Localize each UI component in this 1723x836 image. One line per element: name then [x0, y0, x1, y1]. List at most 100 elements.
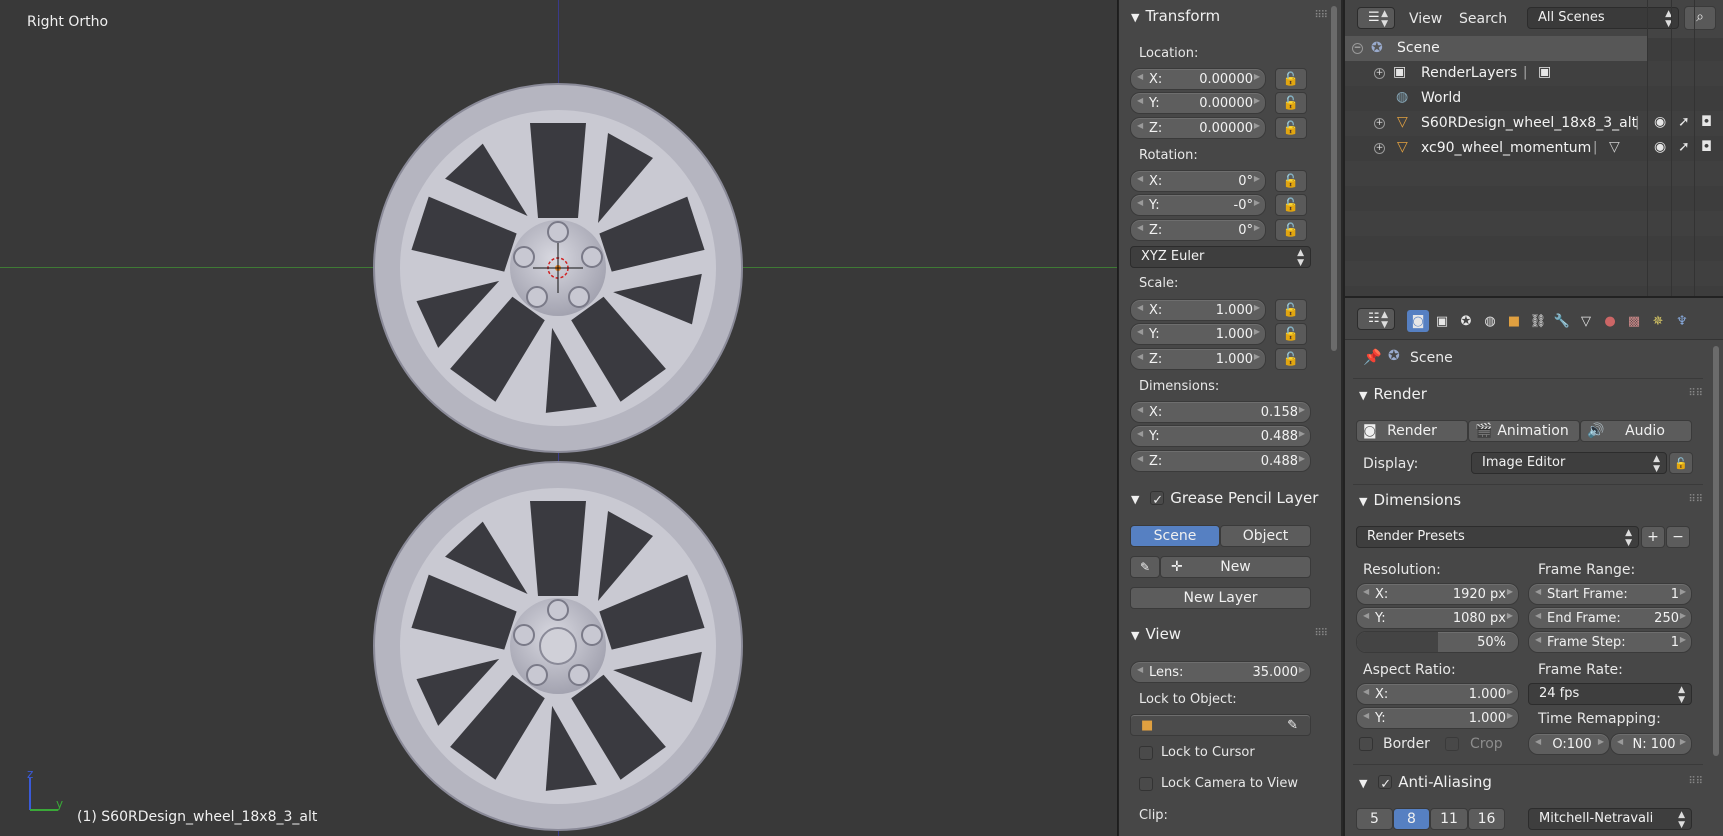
dimensions-x-field[interactable]: ◀ X: 0.158 ▶	[1130, 401, 1311, 423]
drag-grip-icon[interactable]: ⠿⠿	[1688, 488, 1703, 512]
render-camera-icon[interactable]: ◘	[1701, 139, 1712, 155]
selectable-cursor-icon[interactable]: ➚	[1678, 139, 1690, 155]
location-z-field[interactable]: ◀ Z: 0.00000 ▶	[1130, 117, 1266, 139]
view-menu[interactable]: View	[1409, 11, 1442, 27]
aspect-x-field[interactable]: ◀ X: 1.000 ▶	[1356, 683, 1519, 705]
aa-samples-8[interactable]: 8	[1393, 808, 1430, 830]
render-panel-header[interactable]: ▼ Render ⠿⠿	[1353, 382, 1703, 406]
lock-location-x-button[interactable]: 🔓	[1275, 68, 1307, 90]
outliner-row-object-1[interactable]: + ▽ S60RDesign_wheel_18x8_3_alt | ◉ ➚ ◘	[1345, 111, 1723, 136]
display-mode-dropdown[interactable]: All Scenes ▲ ▼	[1527, 7, 1679, 29]
dimensions-z-field[interactable]: ◀ Z: 0.488 ▶	[1130, 450, 1311, 472]
end-frame-field[interactable]: ◀ End Frame: 250 ▶	[1528, 607, 1692, 629]
editor-type-button[interactable]: ☰ ▲ ▼	[1357, 7, 1395, 29]
outliner-row-object-2[interactable]: + ▽ xc90_wheel_momentum | ▽ ◉ ➚ ◘	[1345, 136, 1723, 161]
location-y-field[interactable]: ◀ Y: 0.00000 ▶	[1130, 92, 1266, 114]
editor-type-button[interactable]: ☷ ▲ ▼	[1357, 308, 1395, 330]
resolution-x-field[interactable]: ◀ X: 1920 px ▶	[1356, 583, 1519, 605]
view-panel-header[interactable]: ▼ View ⠿⠿	[1123, 622, 1329, 646]
tab-world[interactable]: ◍	[1479, 310, 1501, 332]
animation-button[interactable]: 🎬 Animation	[1468, 420, 1580, 442]
remap-new-field[interactable]: ◀ N: 100 ▶	[1610, 733, 1692, 755]
aa-samples-5[interactable]: 5	[1356, 808, 1393, 830]
tab-particles[interactable]: ✵	[1647, 310, 1669, 332]
frame-rate-dropdown[interactable]: 24 fps ▲ ▼	[1528, 683, 1692, 705]
transform-panel-header[interactable]: ▼ Transform ⠿⠿	[1123, 4, 1329, 28]
render-button[interactable]: ◙ Render	[1356, 420, 1468, 442]
audio-button[interactable]: 🔊 Audio	[1580, 420, 1692, 442]
tab-data[interactable]: ▽	[1575, 310, 1597, 332]
grease-pencil-enable-checkbox[interactable]	[1150, 489, 1165, 513]
tab-modifiers[interactable]: 🔧	[1551, 310, 1573, 332]
lock-location-z-button[interactable]: 🔓	[1275, 117, 1307, 139]
lock-rotation-z-button[interactable]: 🔓	[1275, 219, 1307, 241]
search-menu[interactable]: Search	[1459, 11, 1507, 27]
tab-scene[interactable]: ✪	[1455, 310, 1477, 332]
rotation-x-field[interactable]: ◀ X: 0° ▶	[1130, 170, 1266, 192]
sidebar-scrollbar[interactable]	[1331, 6, 1337, 351]
expand-icon[interactable]: +	[1374, 143, 1385, 154]
add-preset-button[interactable]: +	[1641, 526, 1665, 548]
expand-icon[interactable]: +	[1374, 118, 1385, 129]
3d-viewport[interactable]: Right Ortho z y (1) S60RDesign_wheel_18x…	[0, 0, 1118, 836]
remap-old-field[interactable]: ◀ O:100 ▶	[1528, 733, 1610, 755]
start-frame-field[interactable]: ◀ Start Frame: 1 ▶	[1528, 583, 1692, 605]
wheel-model-top[interactable]	[370, 82, 746, 454]
new-layer-button[interactable]: New Layer	[1130, 587, 1311, 609]
border-checkbox[interactable]	[1359, 737, 1373, 751]
lock-rotation-x-button[interactable]: 🔓	[1275, 170, 1307, 192]
grease-pencil-panel-header[interactable]: ▼ Grease Pencil Layer	[1123, 486, 1329, 513]
outliner[interactable]: ☰ ▲ ▼ View Search All Scenes ▲ ▼ ⌕ − ✪ Scene…	[1345, 0, 1723, 296]
grease-object-toggle[interactable]: Object	[1220, 525, 1311, 547]
tab-texture[interactable]: ▩	[1623, 310, 1645, 332]
collapse-icon[interactable]: −	[1352, 43, 1363, 54]
lock-camera-checkbox[interactable]	[1139, 777, 1153, 791]
aspect-y-field[interactable]: ◀ Y: 1.000 ▶	[1356, 707, 1519, 729]
tab-constraints[interactable]: ⛓	[1527, 310, 1549, 332]
wheel-model-bottom[interactable]	[370, 460, 746, 832]
location-x-field[interactable]: ◀ X: 0.00000 ▶	[1130, 68, 1266, 90]
lock-location-y-button[interactable]: 🔓	[1275, 92, 1307, 114]
drag-grip-icon[interactable]: ⠿⠿	[1688, 770, 1703, 794]
rotation-mode-dropdown[interactable]: XYZ Euler ▲ ▼	[1130, 246, 1311, 268]
lock-to-cursor-checkbox[interactable]	[1139, 746, 1153, 760]
dimensions-y-field[interactable]: ◀ Y: 0.488 ▶	[1130, 425, 1311, 447]
drag-grip-icon[interactable]: ⠿⠿	[1688, 382, 1703, 406]
tab-object[interactable]: ■	[1503, 310, 1525, 332]
tab-material[interactable]: ●	[1599, 310, 1621, 332]
lock-scale-z-button[interactable]: 🔓	[1275, 348, 1307, 370]
remove-preset-button[interactable]: −	[1666, 526, 1690, 548]
anti-aliasing-panel-header[interactable]: ▼ Anti-Aliasing ⠿⠿	[1353, 770, 1703, 797]
lock-scale-x-button[interactable]: 🔓	[1275, 299, 1307, 321]
eyedropper-icon[interactable]: ✎	[1153, 718, 1298, 733]
scale-x-field[interactable]: ◀ X: 1.000 ▶	[1130, 299, 1266, 321]
properties-sidebar[interactable]: ▼ Transform ⠿⠿ Location: ◀ X: 0.00000 ▶ ◀ Y: 0…	[1119, 0, 1343, 836]
frame-step-field[interactable]: ◀ Frame Step: 1 ▶	[1528, 631, 1692, 653]
crop-checkbox[interactable]	[1445, 737, 1459, 751]
render-presets-dropdown[interactable]: Render Presets ▲ ▼	[1356, 526, 1639, 548]
drag-grip-icon[interactable]: ⠿⠿	[1314, 622, 1328, 646]
anti-aliasing-enable-checkbox[interactable]	[1378, 773, 1393, 797]
expand-icon[interactable]: +	[1374, 68, 1385, 79]
scale-z-field[interactable]: ◀ Z: 1.000 ▶	[1130, 348, 1266, 370]
dimensions-panel-header[interactable]: ▼ Dimensions ⠿⠿	[1353, 488, 1703, 512]
rotation-z-field[interactable]: ◀ Z: 0° ▶	[1130, 219, 1266, 241]
aa-filter-dropdown[interactable]: Mitchell-Netravali ▲ ▼	[1528, 808, 1692, 830]
tab-physics[interactable]: ♆	[1671, 310, 1693, 332]
render-camera-icon[interactable]: ◘	[1701, 114, 1712, 130]
tab-render-layers[interactable]: ▣	[1431, 310, 1453, 332]
outliner-row-scene[interactable]: − ✪ Scene	[1345, 36, 1647, 61]
properties-scrollbar[interactable]	[1713, 346, 1719, 756]
search-filter-button[interactable]: ⌕	[1684, 6, 1716, 30]
resolution-percentage-slider[interactable]: 50%	[1356, 631, 1519, 653]
new-grease-data-button[interactable]: ✛ New	[1160, 556, 1311, 578]
selectable-cursor-icon[interactable]: ➚	[1678, 114, 1690, 130]
lock-scale-y-button[interactable]: 🔓	[1275, 323, 1307, 345]
resolution-y-field[interactable]: ◀ Y: 1080 px ▶	[1356, 607, 1519, 629]
display-dropdown[interactable]: Image Editor ▲ ▼	[1471, 452, 1667, 474]
rotation-y-field[interactable]: ◀ Y: -0° ▶	[1130, 194, 1266, 216]
outliner-row-world[interactable]: ◍ World	[1345, 86, 1723, 111]
visibility-eye-icon[interactable]: ◉	[1654, 139, 1666, 155]
aa-samples-16[interactable]: 16	[1468, 808, 1505, 830]
pin-icon[interactable]: 📌	[1363, 348, 1382, 366]
